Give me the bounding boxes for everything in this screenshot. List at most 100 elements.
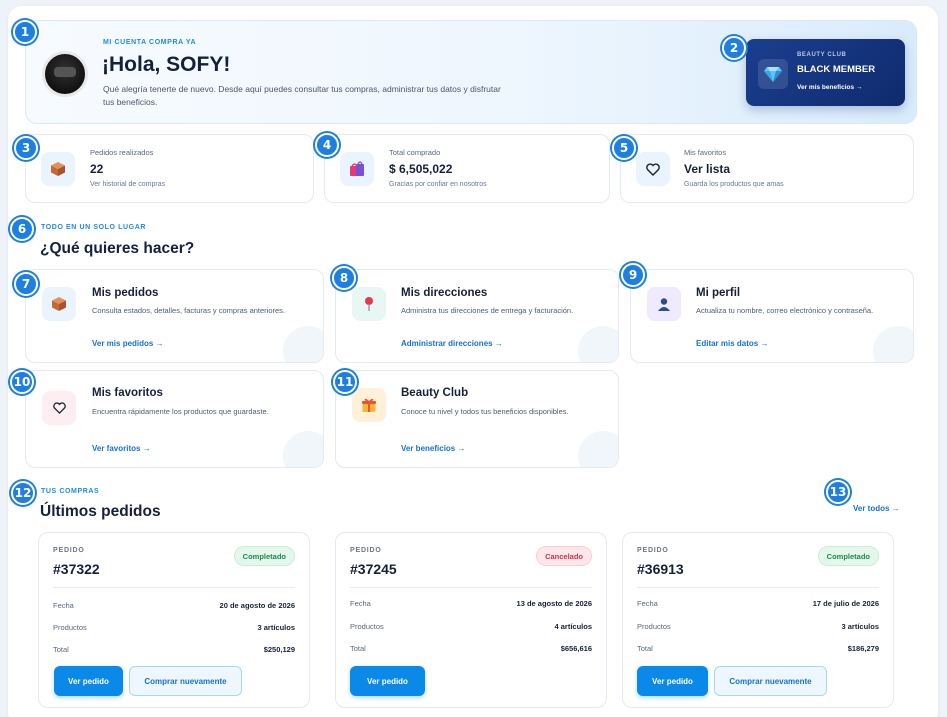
stat-value: $ 6,505,022 <box>389 162 453 176</box>
member-benefits-link[interactable]: Ver mis beneficios → <box>797 84 862 91</box>
member-card[interactable]: BEAUTY CLUB BLACK MEMBER Ver mis benefic… <box>746 39 905 106</box>
divider <box>53 587 295 588</box>
section-eyebrow: TODO EN UN SOLO LUGAR <box>41 224 147 231</box>
order-total-row: Total $250,129 <box>53 645 295 654</box>
stat-hint: Guarda los productos que amas <box>684 181 784 188</box>
pin-icon <box>352 287 386 321</box>
action-description: Actualiza tu nombre, correo electrónico … <box>696 306 874 315</box>
stat-label: Pedidos realizados <box>90 148 154 157</box>
box-icon <box>41 152 75 186</box>
order-label: PEDIDO <box>53 547 85 554</box>
action-link[interactable]: Editar mis datos → <box>696 339 768 348</box>
order-products-row: Productos 3 artículos <box>53 623 295 632</box>
action-title: Mis favoritos <box>92 387 163 399</box>
heart-icon <box>636 152 670 186</box>
hero-eyebrow: MI CUENTA COMPRA YA <box>103 39 197 46</box>
action-title: Mi perfil <box>696 287 741 299</box>
member-level: BLACK MEMBER <box>797 64 876 75</box>
heart-icon <box>42 391 76 425</box>
rebuy-button[interactable]: Comprar nuevamente <box>129 666 242 696</box>
card-decoration <box>283 431 323 467</box>
order-date-row: Fecha 20 de agosto de 2026 <box>53 601 295 610</box>
orders-title: Últimos pedidos <box>40 503 161 520</box>
stat-card-total[interactable]: Total comprado $ 6,505,022 Gracias por c… <box>324 134 610 203</box>
card-decoration <box>578 431 618 467</box>
greeting-banner: MI CUENTA COMPRA YA ¡Hola, SOFY! Qué ale… <box>25 20 917 124</box>
orders-eyebrow: TUS COMPRAS <box>41 488 100 495</box>
action-card-beauty-club[interactable]: Beauty Club Conoce tu nivel y todos tus … <box>335 370 619 468</box>
divider <box>637 587 879 588</box>
marker-10: 10 <box>10 370 34 394</box>
status-badge: Completado <box>817 546 879 566</box>
box-icon <box>42 287 76 321</box>
avatar[interactable] <box>42 51 88 97</box>
marker-1: 1 <box>13 20 37 44</box>
marker-8: 8 <box>332 266 356 290</box>
view-order-button[interactable]: Ver pedido <box>350 666 425 696</box>
order-label: PEDIDO <box>637 547 669 554</box>
order-card: PEDIDO #36913 Completado Fecha 17 de juli… <box>622 532 894 708</box>
stat-value[interactable]: Ver lista <box>684 162 730 176</box>
action-link[interactable]: Administrar direcciones → <box>401 339 503 348</box>
order-card: PEDIDO #37322 Completado Fecha 20 de agos… <box>38 532 310 708</box>
action-link[interactable]: Ver beneficios → <box>401 444 465 453</box>
member-eyebrow: BEAUTY CLUB <box>797 52 847 58</box>
action-description: Encuentra rápidamente los productos que … <box>92 407 269 416</box>
card-decoration <box>283 326 323 362</box>
stat-card-favorites[interactable]: Mis favoritos Ver lista Guarda los produ… <box>620 134 914 203</box>
order-number: #37245 <box>350 561 397 577</box>
diamond-icon <box>758 59 788 89</box>
stat-card-orders[interactable]: Pedidos realizados 22 Ver historial de c… <box>25 134 314 203</box>
marker-2: 2 <box>722 36 746 60</box>
order-card: PEDIDO #37245 Cancelado Fecha 13 de agost… <box>335 532 607 708</box>
page-title: ¡Hola, SOFY! <box>102 53 231 76</box>
action-link[interactable]: Ver favoritos → <box>92 444 151 453</box>
user-icon <box>647 287 681 321</box>
order-label: PEDIDO <box>350 547 382 554</box>
stat-hint: Ver historial de compras <box>90 181 166 188</box>
action-card-favorites[interactable]: Mis favoritos Encuentra rápidamente los … <box>25 370 324 468</box>
action-description: Conoce tu nivel y todos tus beneficios d… <box>401 407 569 416</box>
marker-9: 9 <box>621 263 645 287</box>
marker-11: 11 <box>333 370 357 394</box>
order-number: #37322 <box>53 561 100 577</box>
marker-4: 4 <box>315 133 339 157</box>
stat-label: Mis favoritos <box>684 148 727 157</box>
action-link[interactable]: Ver mis pedidos → <box>92 339 164 348</box>
action-description: Administra tus direcciones de entrega y … <box>401 306 574 315</box>
status-badge: Cancelado <box>536 546 592 566</box>
order-number: #36913 <box>637 561 684 577</box>
stat-hint: Gracias por confiar en nosotros <box>389 181 487 188</box>
marker-12: 12 <box>11 481 35 505</box>
order-products-row: Productos 4 artículos <box>350 622 592 631</box>
action-card-addresses[interactable]: Mis direcciones Administra tus direccion… <box>335 269 619 363</box>
action-card-orders[interactable]: Mis pedidos Consulta estados, detalles, … <box>25 269 324 363</box>
marker-6: 6 <box>10 217 34 241</box>
stat-label: Total comprado <box>389 148 441 157</box>
action-title: Mis direcciones <box>401 287 488 299</box>
order-total-row: Total $186,279 <box>637 644 879 653</box>
marker-7: 7 <box>14 272 38 296</box>
action-title: Mis pedidos <box>92 287 159 299</box>
marker-13: 13 <box>826 480 850 504</box>
card-decoration <box>873 326 913 362</box>
rebuy-button[interactable]: Comprar nuevamente <box>714 666 827 696</box>
action-card-profile[interactable]: Mi perfil Actualiza tu nombre, correo el… <box>630 269 914 363</box>
order-total-row: Total $656,616 <box>350 644 592 653</box>
view-order-button[interactable]: Ver pedido <box>637 666 708 696</box>
shopping-bags-icon <box>340 152 374 186</box>
marker-5: 5 <box>612 136 636 160</box>
section-title: ¿Qué quieres hacer? <box>40 240 195 257</box>
action-description: Consulta estados, detalles, facturas y c… <box>92 306 286 315</box>
hero-subtitle: Qué alegría tenerte de nuevo. Desde aquí… <box>103 84 501 107</box>
order-date-row: Fecha 17 de julio de 2026 <box>637 599 879 608</box>
order-products-row: Productos 3 artículos <box>637 622 879 631</box>
stat-value: 22 <box>90 162 104 176</box>
view-all-orders-link[interactable]: Ver todos → <box>853 504 900 513</box>
order-date-row: Fecha 13 de agosto de 2026 <box>350 599 592 608</box>
status-badge: Completado <box>233 546 295 566</box>
view-order-button[interactable]: Ver pedido <box>54 666 123 696</box>
card-decoration <box>578 326 618 362</box>
marker-3: 3 <box>14 136 38 160</box>
gift-icon <box>352 388 386 422</box>
